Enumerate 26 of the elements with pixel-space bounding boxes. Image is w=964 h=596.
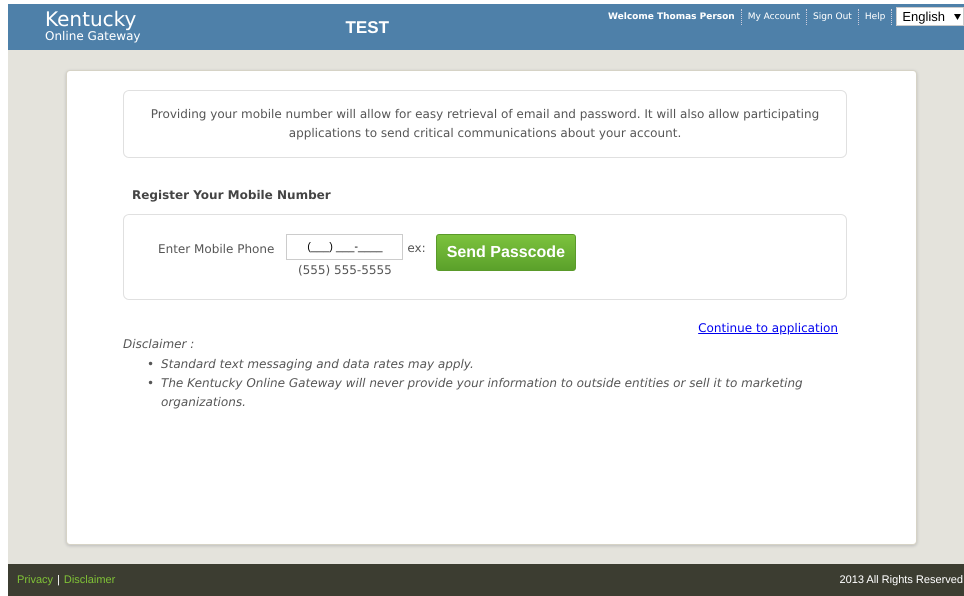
disclaimer-title: Disclaimer : (123, 337, 194, 351)
bullet-mark: • (147, 375, 156, 392)
field-label: Enter Mobile Phone (158, 242, 274, 256)
language-select[interactable]: English (896, 7, 964, 26)
copyright-text: 2013 All Rights Reserved (839, 574, 963, 586)
section-heading: Register Your Mobile Number (132, 188, 332, 202)
send-passcode-button[interactable]: Send Passcode (436, 234, 576, 271)
footer-link[interactable]: Disclaimer (64, 574, 116, 586)
disclaimer-item: The Kentucky Online Gateway will never provide your information to outside entities or sell it to marketing organizations. (161, 375, 804, 411)
notice-text: Providing your mobile number will allow for easy retrieval of email and password. It will also allow participating applications to send critical communications about your account. (150, 106, 820, 142)
phone-input-field[interactable]: (___) ___-____ (286, 234, 404, 260)
environment-label: TEST (346, 18, 389, 38)
continue-link[interactable]: Continue to application (698, 321, 838, 335)
nav-link[interactable]: Sign Out (807, 8, 859, 24)
welcome-text: Welcome Thomas Person (602, 8, 742, 24)
nav-link[interactable]: My Account (742, 8, 808, 24)
example-number: (555) 555-5555 (298, 263, 392, 277)
logo-subtitle: Online Gateway (45, 30, 141, 43)
separator-text: | (57, 574, 60, 586)
example-label: ex: (407, 241, 426, 255)
logo-title: Kentucky (45, 9, 138, 30)
nav-link[interactable]: Help (858, 8, 892, 24)
dropdown-arrow-icon (954, 14, 961, 20)
bullet-mark: • (147, 356, 156, 373)
footer-link[interactable]: Privacy (17, 574, 54, 586)
disclaimer-item: Standard text messaging and data rates may apply. (161, 356, 474, 373)
